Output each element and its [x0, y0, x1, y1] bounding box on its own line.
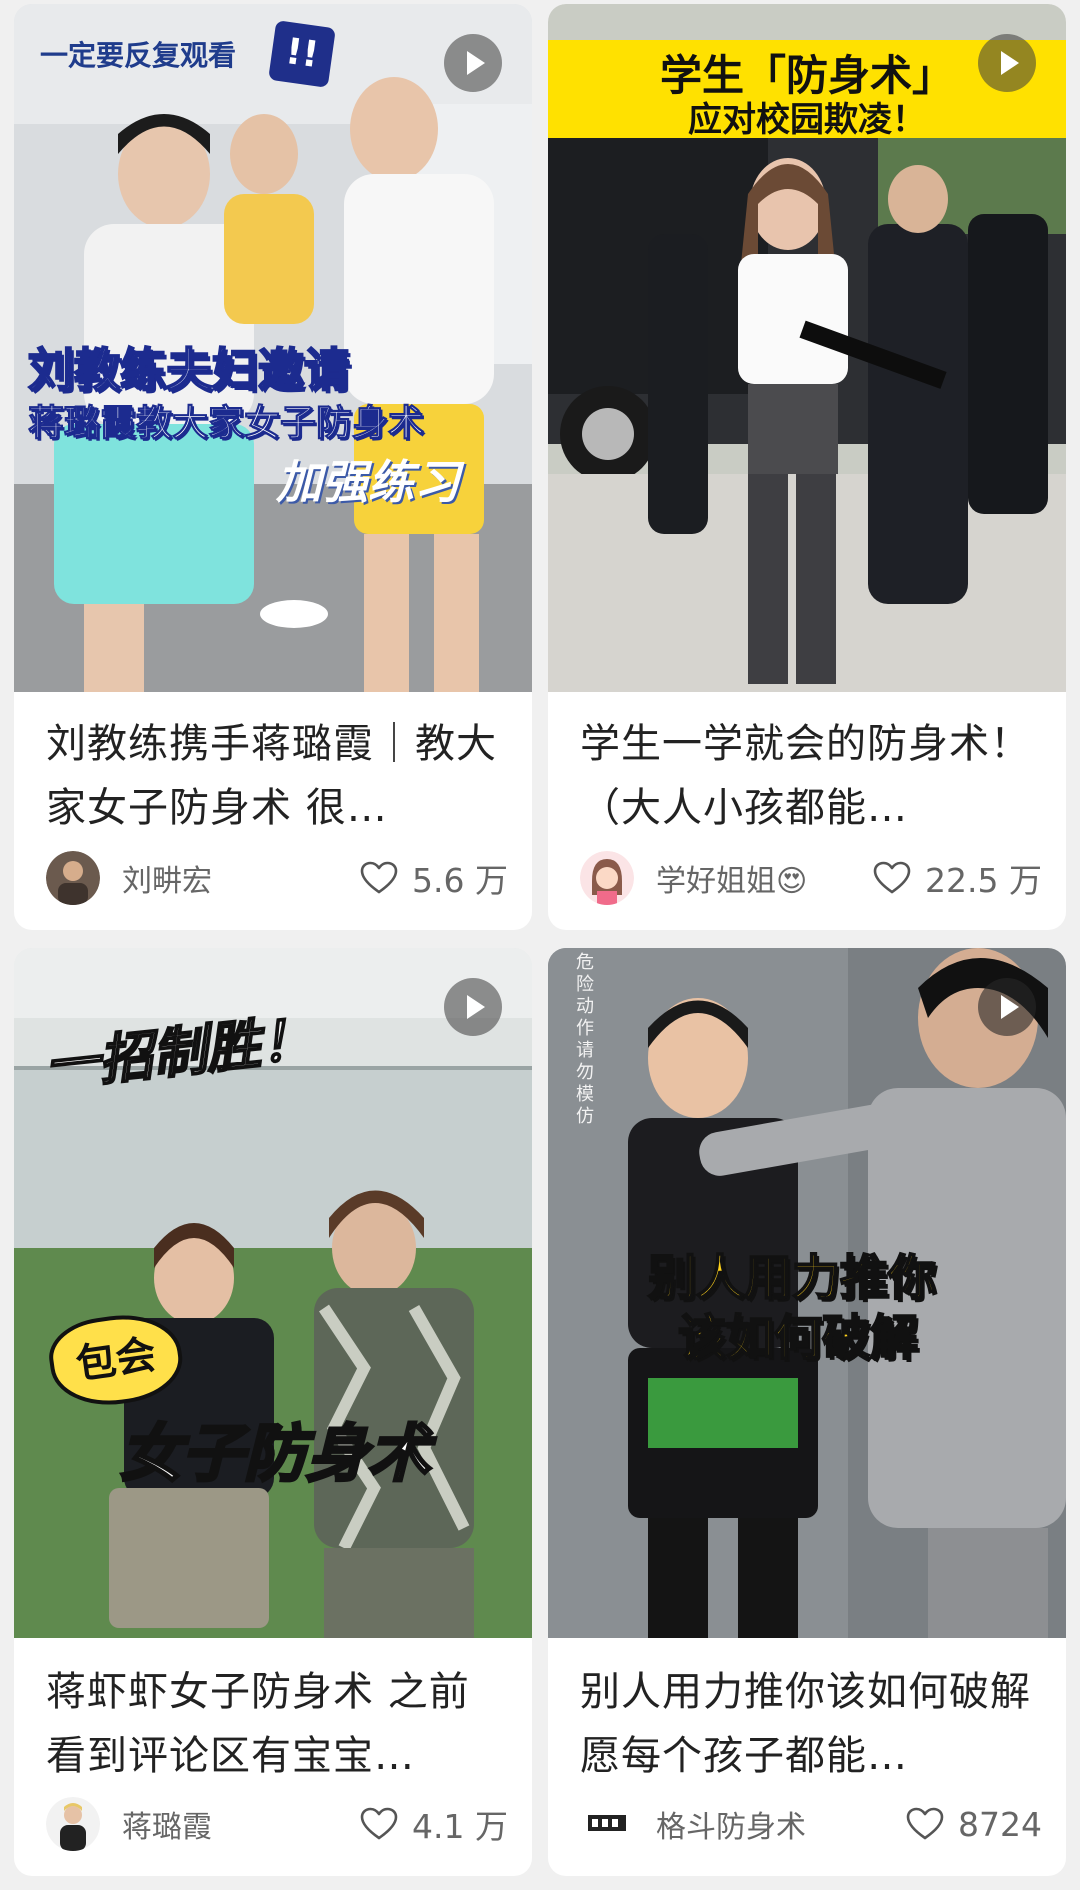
heart-outline-icon[interactable]: [873, 861, 911, 895]
overlay-warning: 危险动作 请勿模仿: [576, 952, 594, 1127]
video-feed-grid: 一定要反复观看 !! 刘教练夫妇邀请 蒋璐霞教大家女子防身术 加强练习 刘教练携…: [0, 0, 1080, 1890]
author-name[interactable]: 格斗防身术: [656, 1802, 906, 1846]
video-title[interactable]: 蒋虾虾女子防身术 之前看到评论区有宝宝…: [46, 1660, 508, 1788]
heart-outline-icon[interactable]: [360, 1807, 398, 1841]
like-count-value: 8724: [958, 1804, 1042, 1844]
video-title[interactable]: 学生一学就会的防身术！（大人小孩都能…: [580, 712, 1042, 840]
author-avatar[interactable]: [46, 1797, 100, 1851]
author-name[interactable]: 刘畊宏: [122, 856, 360, 900]
video-thumbnail[interactable]: 一招制胜！ 包会 女子防身术: [14, 948, 532, 1638]
author-name[interactable]: 学好姐姐😍: [656, 856, 873, 900]
video-meta: 学好姐姐😍 22.5 万: [580, 848, 1042, 908]
overlay-subheadline: 蒋璐霞教大家女子防身术: [27, 403, 425, 445]
overlay-tagline: 加强练习: [276, 455, 460, 509]
video-card[interactable]: 学生「防身术」 应对校园欺凌！ 学生一学就会的防身术！（大人小孩都能… 学好姐姐…: [548, 4, 1066, 930]
overlay-subheadline: 应对校园欺凌！: [688, 100, 926, 140]
video-thumbnail[interactable]: 学生「防身术」 应对校园欺凌！: [548, 4, 1066, 692]
video-card[interactable]: 一定要反复观看 !! 刘教练夫妇邀请 蒋璐霞教大家女子防身术 加强练习 刘教练携…: [14, 4, 532, 930]
play-icon[interactable]: [444, 978, 502, 1036]
like-count-value: 5.6 万: [412, 861, 508, 900]
play-icon[interactable]: [444, 34, 502, 92]
overlay-banner: 一定要反复观看: [40, 39, 237, 72]
video-title[interactable]: 刘教练携手蒋璐霞｜教大家女子防身术 很…: [46, 712, 508, 840]
overlay-subheadline: 该如何破解: [677, 1309, 919, 1367]
like-count[interactable]: 8724: [906, 1805, 1042, 1844]
heart-outline-icon[interactable]: [360, 861, 398, 895]
author-avatar[interactable]: [580, 1797, 634, 1851]
video-thumbnail[interactable]: 一定要反复观看 !! 刘教练夫妇邀请 蒋璐霞教大家女子防身术 加强练习: [14, 4, 532, 692]
video-meta: 刘畊宏 5.6 万: [46, 848, 508, 908]
play-icon[interactable]: [978, 34, 1036, 92]
video-title[interactable]: 别人用力推你该如何破解 愿每个孩子都能…: [580, 1660, 1042, 1788]
video-thumbnail[interactable]: 危险动作 请勿模仿 别人用力推你 该如何破解: [548, 948, 1066, 1638]
like-count[interactable]: 22.5 万: [873, 854, 1042, 902]
video-meta: 格斗防身术 8724: [580, 1794, 1042, 1854]
like-count-value: 22.5 万: [925, 861, 1042, 900]
overlay-subheadline: 女子防身术: [118, 1416, 431, 1492]
like-count[interactable]: 4.1 万: [360, 1800, 508, 1848]
author-name[interactable]: 蒋璐霞: [122, 1802, 360, 1846]
video-card[interactable]: 危险动作 请勿模仿 别人用力推你 该如何破解 别人用力推你该如何破解 愿每个孩子…: [548, 948, 1066, 1876]
author-avatar[interactable]: [580, 851, 634, 905]
video-card[interactable]: 一招制胜！ 包会 女子防身术 蒋虾虾女子防身术 之前看到评论区有宝宝… 蒋璐霞 …: [14, 948, 532, 1876]
overlay-headline: 刘教练夫妇邀请: [27, 342, 351, 398]
heart-outline-icon[interactable]: [906, 1807, 944, 1841]
like-count[interactable]: 5.6 万: [360, 854, 508, 902]
author-avatar[interactable]: [46, 851, 100, 905]
like-count-value: 4.1 万: [412, 1807, 508, 1846]
video-meta: 蒋璐霞 4.1 万: [46, 1794, 508, 1854]
overlay-exclaim-badge: !!: [268, 20, 336, 88]
play-icon[interactable]: [978, 978, 1036, 1036]
